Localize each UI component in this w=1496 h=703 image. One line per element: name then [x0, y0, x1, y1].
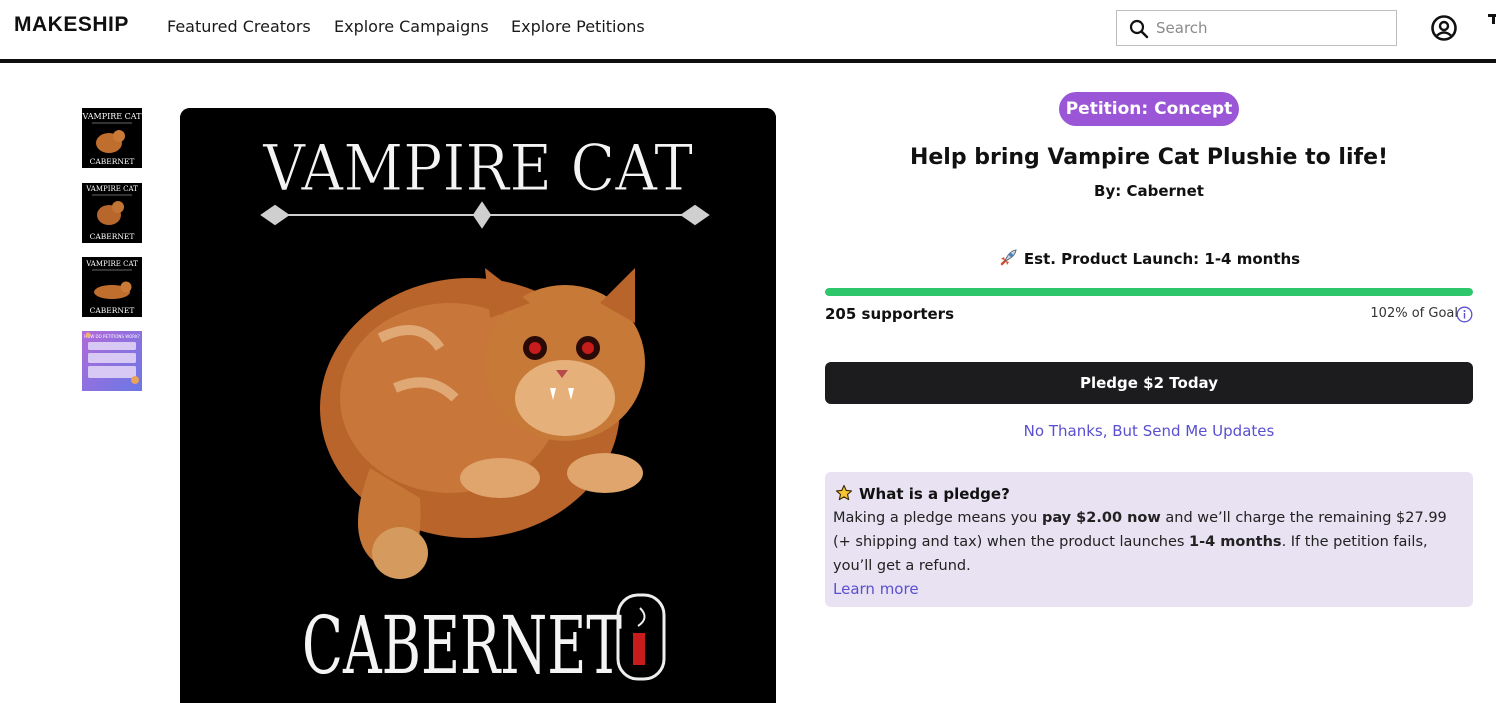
header-divider [0, 59, 1496, 63]
supporters-count: 205 [825, 305, 857, 323]
send-updates-link[interactable]: No Thanks, But Send Me Updates [825, 422, 1473, 440]
funding-progress-fill [825, 288, 1473, 296]
pledge-info-timeframe: 1-4 months [1189, 534, 1282, 550]
rocket-icon [1000, 249, 1017, 266]
cart-icon[interactable] [1488, 14, 1496, 24]
thumbnail-1[interactable]: VAMPIRE CAT CABERNET [82, 108, 142, 168]
supporters-count-row: 205 supporters [825, 305, 954, 323]
thumbnail-cat-image: VAMPIRE CAT CABERNET [82, 257, 142, 317]
nav-explore-petitions[interactable]: Explore Petitions [511, 17, 645, 36]
thumb-caption-bottom: CABERNET [90, 157, 135, 166]
artwork-title: VAMPIRE CAT [262, 132, 693, 206]
info-icon[interactable] [1456, 306, 1473, 323]
makeship-logo[interactable]: MAKESHIP [14, 13, 129, 37]
nav-explore-campaigns[interactable]: Explore Campaigns [334, 17, 489, 36]
pledge-info-title: What is a pledge? [859, 485, 1010, 503]
pledge-info-text: Making a pledge means you pay $2.00 now … [833, 506, 1453, 578]
petition-status-badge: Petition: Concept [1059, 92, 1239, 126]
pledge-info-text-1: Making a pledge means you [833, 510, 1042, 526]
search-input[interactable] [1156, 17, 1386, 39]
goal-percent-value: 102% [1370, 306, 1408, 321]
star-icon [835, 484, 853, 501]
nav-featured-creators[interactable]: Featured Creators [167, 17, 311, 36]
thumb-caption-top: VAMPIRE CAT [82, 112, 142, 121]
launch-label: Est. Product Launch: 1-4 months [1023, 250, 1301, 268]
pledge-info-heading: What is a pledge? [835, 484, 1010, 503]
campaign-title: Help bring Vampire Cat Plushie to life! [909, 145, 1389, 170]
thumbnail-info-card: HOW DO PETITIONS WORK? [82, 331, 142, 391]
goal-percent-label: of Goal [1411, 306, 1458, 321]
vampire-cat-artwork: VAMPIRE CAT CABERNET [180, 108, 776, 703]
thumbnail-cat-image: VAMPIRE CAT CABERNET [82, 108, 142, 168]
thumb-caption-top: VAMPIRE CAT [85, 185, 138, 193]
goal-percentage: 102% of Goal [1370, 306, 1458, 321]
thumbnail-2[interactable]: VAMPIRE CAT CABERNET [82, 183, 142, 243]
account-icon[interactable] [1430, 14, 1458, 42]
thumb-caption-top: HOW DO PETITIONS WORK? [84, 334, 140, 339]
site-header: MAKESHIP Featured Creators Explore Campa… [0, 0, 1496, 60]
thumb-caption-bottom: CABERNET [90, 306, 135, 315]
supporters-label: supporters [861, 305, 955, 323]
pledge-info-amount: pay $2.00 now [1041, 510, 1161, 526]
thumbnail-3[interactable]: VAMPIRE CAT CABERNET [82, 257, 142, 317]
pledge-button[interactable]: Pledge $2 Today [825, 362, 1473, 404]
creator-byline[interactable]: By: Cabernet [825, 182, 1473, 200]
artwork-subtitle: CABERNET [302, 599, 622, 692]
product-main-image: VAMPIRE CAT CABERNET [180, 108, 776, 703]
funding-progress-bar [825, 288, 1473, 296]
thumb-caption-bottom: CABERNET [90, 232, 135, 241]
thumb-caption-top: VAMPIRE CAT [85, 260, 138, 268]
launch-estimate: Est. Product Launch: 1-4 months [825, 248, 1473, 268]
thumbnail-4[interactable]: HOW DO PETITIONS WORK? [82, 331, 142, 391]
search-icon[interactable] [1129, 19, 1149, 39]
search-box[interactable] [1116, 10, 1397, 46]
learn-more-link[interactable]: Learn more [833, 580, 919, 598]
thumbnail-cat-image: VAMPIRE CAT CABERNET [82, 183, 142, 243]
pledge-info-box: What is a pledge? Making a pledge means … [825, 472, 1473, 607]
